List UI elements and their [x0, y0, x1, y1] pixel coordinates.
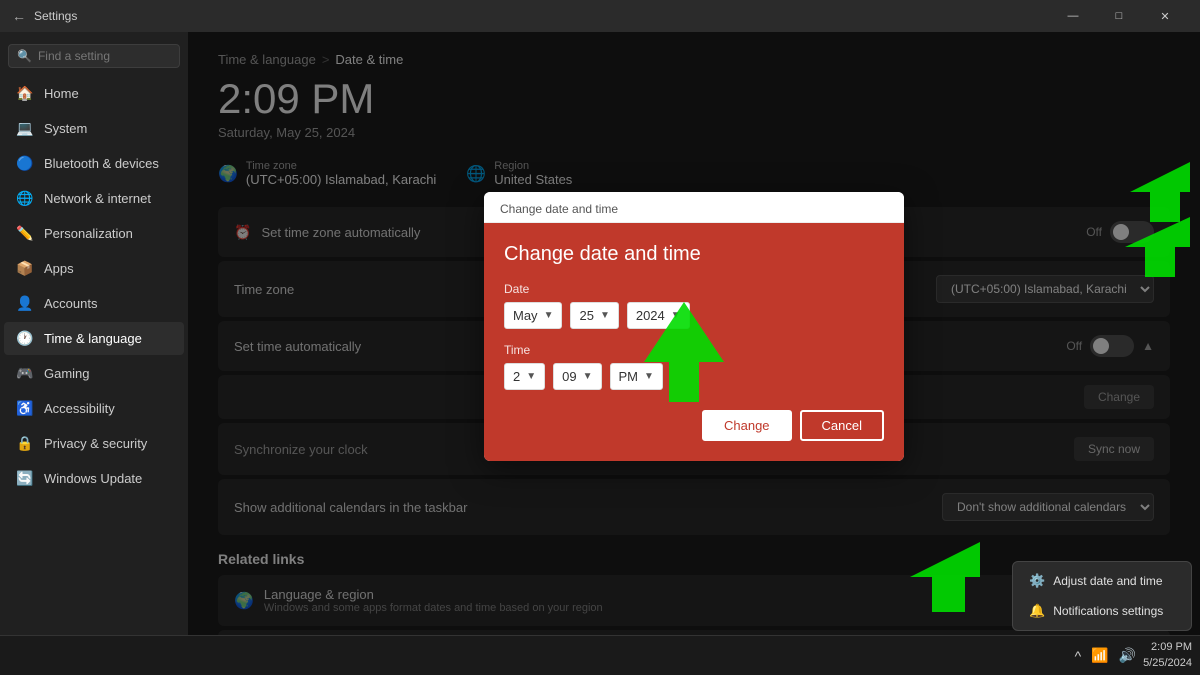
- taskbar-clock-date: 5/25/2024: [1143, 656, 1192, 671]
- adjust-datetime-icon: ⚙️: [1029, 573, 1045, 589]
- sidebar-item-personalization[interactable]: ✏️ Personalization: [4, 217, 184, 250]
- minimize-button[interactable]: —: [1050, 0, 1096, 32]
- hour-chevron-icon: ▼: [526, 371, 536, 382]
- year-chevron-icon: ▼: [671, 310, 681, 321]
- context-menu-notifications-label: Notifications settings: [1053, 604, 1163, 618]
- network-icon: 🌐: [16, 190, 34, 207]
- sidebar-item-home[interactable]: 🏠 Home: [4, 77, 184, 110]
- modal-heading: Change date and time: [504, 243, 884, 266]
- sidebar-item-label: Accounts: [44, 296, 97, 311]
- sidebar-item-label: Home: [44, 86, 79, 101]
- sidebar-item-label: Time & language: [44, 331, 142, 346]
- sidebar-item-label: System: [44, 121, 87, 136]
- gaming-icon: 🎮: [16, 365, 34, 382]
- context-menu: ⚙️ Adjust date and time 🔔 Notifications …: [1012, 561, 1192, 631]
- sidebar-item-accounts[interactable]: 👤 Accounts: [4, 287, 184, 320]
- minute-chevron-icon: ▼: [583, 371, 593, 382]
- sidebar-item-gaming[interactable]: 🎮 Gaming: [4, 357, 184, 390]
- titlebar-title: Settings: [34, 9, 77, 23]
- taskbar-network-icon[interactable]: 📶: [1088, 647, 1111, 664]
- sidebar-item-accessibility[interactable]: ♿ Accessibility: [4, 392, 184, 425]
- modal-overlay: Change date and time Change date and tim…: [188, 32, 1200, 635]
- time-icon: 🕐: [16, 330, 34, 347]
- accessibility-icon: ♿: [16, 400, 34, 417]
- day-select[interactable]: 25 ▼: [570, 302, 618, 329]
- ampm-select[interactable]: PM ▼: [610, 363, 663, 390]
- titlebar-left: ← Settings: [12, 8, 77, 24]
- modal-time-dropdowns: 2 ▼ 09 ▼ PM ▼: [504, 363, 884, 390]
- sidebar-item-label: Network & internet: [44, 191, 151, 206]
- context-menu-adjust-label: Adjust date and time: [1053, 574, 1162, 588]
- sidebar-item-apps[interactable]: 📦 Apps: [4, 252, 184, 285]
- maximize-button[interactable]: □: [1096, 0, 1142, 32]
- titlebar: ← Settings — □ ✕: [0, 0, 1200, 32]
- day-value: 25: [579, 308, 593, 323]
- personalization-icon: ✏️: [16, 225, 34, 242]
- titlebar-controls: — □ ✕: [1050, 0, 1188, 32]
- app-body: 🔍 🏠 Home 💻 System 🔵 Bluetooth & devices …: [0, 32, 1200, 635]
- modal-date-dropdowns: May ▼ 25 ▼ 2024 ▼: [504, 302, 884, 329]
- ampm-chevron-icon: ▼: [644, 371, 654, 382]
- sidebar-item-system[interactable]: 💻 System: [4, 112, 184, 145]
- modal-actions: Change Cancel: [504, 410, 884, 441]
- search-icon: 🔍: [17, 49, 32, 63]
- modal-time-label: Time: [504, 343, 884, 357]
- context-menu-adjust-datetime[interactable]: ⚙️ Adjust date and time: [1017, 566, 1187, 596]
- home-icon: 🏠: [16, 85, 34, 102]
- sidebar: 🔍 🏠 Home 💻 System 🔵 Bluetooth & devices …: [0, 32, 188, 635]
- modal-cancel-button[interactable]: Cancel: [800, 410, 884, 441]
- sidebar-item-label: Gaming: [44, 366, 90, 381]
- close-button[interactable]: ✕: [1142, 0, 1188, 32]
- notifications-icon: 🔔: [1029, 603, 1045, 619]
- hour-select[interactable]: 2 ▼: [504, 363, 545, 390]
- sidebar-item-bluetooth[interactable]: 🔵 Bluetooth & devices: [4, 147, 184, 180]
- taskbar: ^ 📶 🔊 2:09 PM 5/25/2024: [0, 635, 1200, 675]
- search-input[interactable]: [38, 49, 171, 63]
- back-icon[interactable]: ←: [12, 8, 26, 24]
- main-content: Time & language > Date & time 2:09 PM Sa…: [188, 32, 1200, 635]
- year-select[interactable]: 2024 ▼: [627, 302, 690, 329]
- taskbar-clock-time: 2:09 PM: [1143, 640, 1192, 655]
- month-value: May: [513, 308, 538, 323]
- month-select[interactable]: May ▼: [504, 302, 562, 329]
- sidebar-item-label: Windows Update: [44, 471, 142, 486]
- sidebar-item-update[interactable]: 🔄 Windows Update: [4, 462, 184, 495]
- sidebar-item-time[interactable]: 🕐 Time & language: [4, 322, 184, 355]
- taskbar-chevron-icon[interactable]: ^: [1072, 648, 1085, 664]
- accounts-icon: 👤: [16, 295, 34, 312]
- sidebar-item-label: Apps: [44, 261, 74, 276]
- apps-icon: 📦: [16, 260, 34, 277]
- system-icon: 💻: [16, 120, 34, 137]
- modal-date-label: Date: [504, 282, 884, 296]
- day-chevron-icon: ▼: [600, 310, 610, 321]
- modal-title-bar: Change date and time: [484, 192, 904, 223]
- month-chevron-icon: ▼: [544, 310, 554, 321]
- sidebar-item-network[interactable]: 🌐 Network & internet: [4, 182, 184, 215]
- taskbar-sound-icon[interactable]: 🔊: [1116, 647, 1139, 664]
- ampm-value: PM: [619, 369, 639, 384]
- sidebar-item-label: Bluetooth & devices: [44, 156, 159, 171]
- hour-value: 2: [513, 369, 520, 384]
- year-value: 2024: [636, 308, 665, 323]
- minute-select[interactable]: 09 ▼: [553, 363, 601, 390]
- update-icon: 🔄: [16, 470, 34, 487]
- taskbar-clock[interactable]: 2:09 PM 5/25/2024: [1143, 640, 1192, 671]
- modal-body: Change date and time Date May ▼ 25 ▼ 202…: [484, 223, 904, 461]
- sidebar-item-label: Privacy & security: [44, 436, 147, 451]
- taskbar-right: ^ 📶 🔊 2:09 PM 5/25/2024: [1072, 640, 1192, 671]
- context-menu-notifications[interactable]: 🔔 Notifications settings: [1017, 596, 1187, 626]
- sidebar-item-privacy[interactable]: 🔒 Privacy & security: [4, 427, 184, 460]
- modal-change-button[interactable]: Change: [702, 410, 792, 441]
- bluetooth-icon: 🔵: [16, 155, 34, 172]
- privacy-icon: 🔒: [16, 435, 34, 452]
- minute-value: 09: [562, 369, 576, 384]
- change-datetime-modal: Change date and time Change date and tim…: [484, 192, 904, 461]
- search-box[interactable]: 🔍: [8, 44, 180, 68]
- sidebar-item-label: Personalization: [44, 226, 133, 241]
- sidebar-item-label: Accessibility: [44, 401, 115, 416]
